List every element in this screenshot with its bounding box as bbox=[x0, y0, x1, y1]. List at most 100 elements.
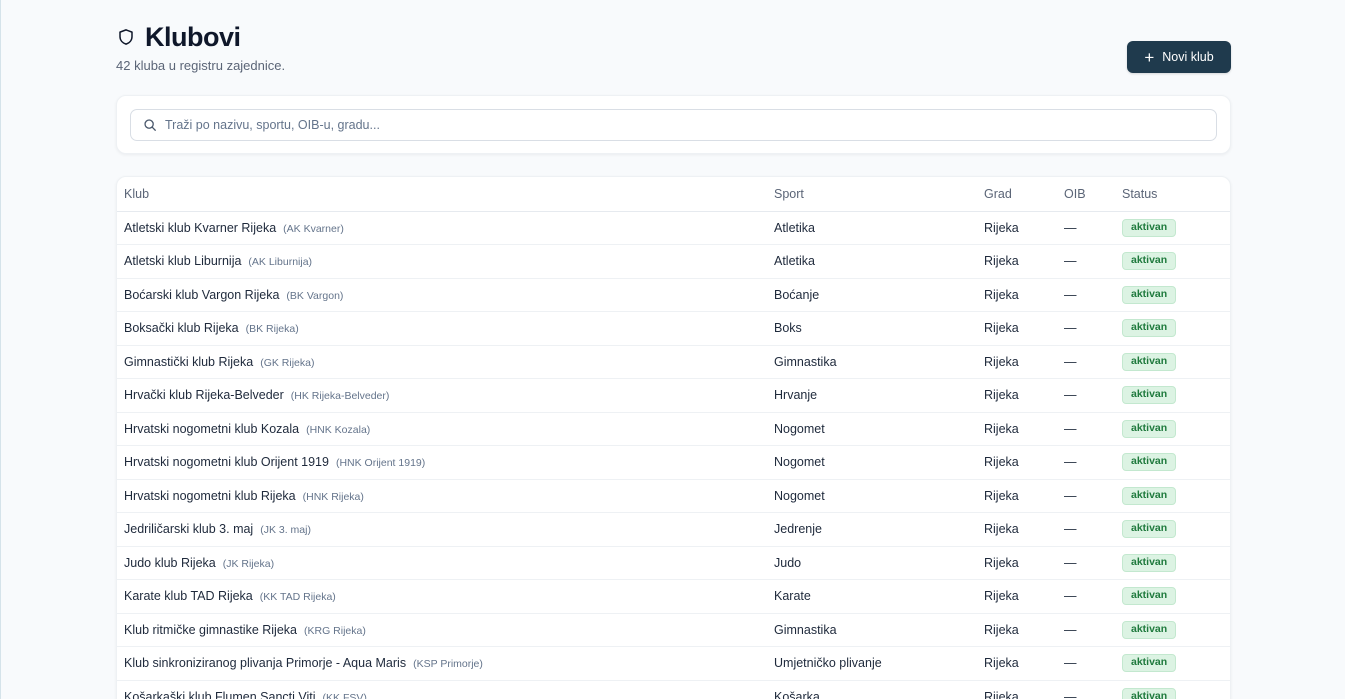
search-card bbox=[116, 95, 1231, 154]
cell-city: Rijeka bbox=[977, 680, 1057, 699]
cell-status: aktivan bbox=[1115, 244, 1230, 279]
club-name[interactable]: Klub ritmičke gimnastike Rijeka bbox=[124, 623, 297, 637]
status-badge: aktivan bbox=[1122, 453, 1177, 472]
cell-sport: Umjetničko plivanje bbox=[767, 646, 977, 681]
club-short-name: (HK Rijeka-Belveder) bbox=[290, 390, 390, 403]
club-name[interactable]: Hrvatski nogometni klub Orijent 1919 bbox=[124, 455, 329, 469]
club-name[interactable]: Judo klub Rijeka bbox=[124, 556, 216, 570]
cell-status: aktivan bbox=[1115, 345, 1230, 379]
club-short-name: (KSP Primorje) bbox=[413, 658, 483, 671]
club-name[interactable]: Atletski klub Kvarner Rijeka bbox=[124, 221, 276, 235]
table-row[interactable]: Judo klub Rijeka (JK Rijeka) Judo Rijeka — ak… bbox=[117, 546, 1230, 580]
cell-city: Rijeka bbox=[977, 412, 1057, 446]
cell-oib: — bbox=[1057, 345, 1115, 379]
table-row[interactable]: Košarkaški klub Flumen Sancti Viti (KK FS… bbox=[117, 680, 1230, 699]
cell-club: Košarkaški klub Flumen Sancti Viti (KK FS… bbox=[117, 680, 767, 699]
table-row[interactable]: Gimnastički klub Rijeka (GK Rijeka) Gimnas… bbox=[117, 345, 1230, 379]
cell-status: aktivan bbox=[1115, 311, 1230, 346]
search-input[interactable] bbox=[165, 118, 1165, 132]
club-short-name: (JK Rijeka) bbox=[222, 557, 275, 570]
cell-oib: — bbox=[1057, 579, 1115, 614]
column-header-city[interactable]: Grad bbox=[977, 177, 1057, 212]
status-badge: aktivan bbox=[1122, 620, 1177, 639]
search-box[interactable] bbox=[130, 109, 1217, 141]
club-short-name: (BK Vargon) bbox=[286, 289, 344, 302]
column-header-oib[interactable]: OIB bbox=[1057, 177, 1115, 212]
club-short-name: (GK Rijeka) bbox=[260, 356, 315, 369]
club-name[interactable]: Klub sinkroniziranog plivanja Primorje -… bbox=[124, 656, 406, 670]
status-badge: aktivan bbox=[1122, 252, 1177, 271]
table-row[interactable]: Boksački klub Rijeka (BK Rijeka) Boks Rijek… bbox=[117, 311, 1230, 346]
cell-club: Boksački klub Rijeka (BK Rijeka) bbox=[117, 311, 767, 346]
cell-oib: — bbox=[1057, 646, 1115, 681]
cell-oib: — bbox=[1057, 680, 1115, 699]
table-row[interactable]: Hrvatski nogometni klub Rijeka (HNK Rijek… bbox=[117, 479, 1230, 513]
club-name[interactable]: Hrvački klub Rijeka-Belveder bbox=[124, 388, 284, 402]
plus-icon: + bbox=[1144, 47, 1155, 67]
cell-status: aktivan bbox=[1115, 613, 1230, 647]
cell-status: aktivan bbox=[1115, 680, 1230, 699]
cell-status: aktivan bbox=[1115, 412, 1230, 446]
club-name[interactable]: Karate klub TAD Rijeka bbox=[124, 589, 253, 603]
cell-club: Klub sinkroniziranog plivanja Primorje -… bbox=[117, 646, 767, 681]
table-row[interactable]: Atletski klub Kvarner Rijeka (AK Kvarner)… bbox=[117, 211, 1230, 245]
table-row[interactable]: Klub ritmičke gimnastike Rijeka (KRG Rije… bbox=[117, 613, 1230, 647]
cell-club: Karate klub TAD Rijeka (KK TAD Rijeka) bbox=[117, 579, 767, 614]
new-club-button[interactable]: + Novi klub bbox=[1127, 41, 1231, 73]
club-name[interactable]: Košarkaški klub Flumen Sancti Viti bbox=[124, 690, 316, 699]
page-header: Klubovi 42 kluba u registru zajednice. +… bbox=[116, 20, 1231, 80]
cell-club: Hrvatski nogometni klub Orijent 1919 (HNK… bbox=[117, 445, 767, 480]
club-name[interactable]: Boksački klub Rijeka bbox=[124, 321, 239, 335]
cell-sport: Boćanje bbox=[767, 278, 977, 312]
table-row[interactable]: Boćarski klub Vargon Rijeka (BK Vargon) Bo… bbox=[117, 278, 1230, 312]
cell-oib: — bbox=[1057, 378, 1115, 413]
club-name[interactable]: Hrvatski nogometni klub Kozala bbox=[124, 422, 299, 436]
club-name[interactable]: Gimnastički klub Rijeka bbox=[124, 355, 253, 369]
table-header-row: Klub Sport Grad OIB Status bbox=[117, 177, 1230, 212]
shield-icon bbox=[117, 26, 137, 48]
cell-city: Rijeka bbox=[977, 345, 1057, 379]
status-badge: aktivan bbox=[1122, 319, 1177, 338]
page-subtitle: 42 kluba u registru zajednice. bbox=[116, 58, 286, 73]
table-row[interactable]: Hrvački klub Rijeka-Belveder (HK Rijeka-B… bbox=[117, 378, 1230, 413]
table-row[interactable]: Hrvatski nogometni klub Orijent 1919 (HNK… bbox=[117, 445, 1230, 480]
column-header-status[interactable]: Status bbox=[1115, 177, 1230, 212]
cell-status: aktivan bbox=[1115, 378, 1230, 413]
page-title: Klubovi bbox=[145, 21, 241, 52]
status-badge: aktivan bbox=[1122, 386, 1177, 405]
cell-sport: Nogomet bbox=[767, 412, 977, 446]
club-name[interactable]: Boćarski klub Vargon Rijeka bbox=[124, 288, 279, 302]
cell-club: Jedriličarski klub 3. maj (JK 3. maj) bbox=[117, 512, 767, 547]
cell-city: Rijeka bbox=[977, 613, 1057, 647]
cell-sport: Nogomet bbox=[767, 479, 977, 513]
status-badge: aktivan bbox=[1122, 352, 1177, 371]
column-header-sport[interactable]: Sport bbox=[767, 177, 977, 212]
cell-club: Judo klub Rijeka (JK Rijeka) bbox=[117, 546, 767, 580]
cell-club: Klub ritmičke gimnastike Rijeka (KRG Rije… bbox=[117, 613, 767, 647]
table-row[interactable]: Klub sinkroniziranog plivanja Primorje -… bbox=[117, 646, 1230, 681]
cell-oib: — bbox=[1057, 546, 1115, 580]
status-badge: aktivan bbox=[1122, 654, 1177, 673]
table-row[interactable]: Atletski klub Liburnija (AK Liburnija) Atl… bbox=[117, 244, 1230, 279]
cell-status: aktivan bbox=[1115, 646, 1230, 681]
club-name[interactable]: Hrvatski nogometni klub Rijeka bbox=[124, 489, 296, 503]
cell-club: Hrvatski nogometni klub Kozala (HNK Kozal… bbox=[117, 412, 767, 446]
club-name[interactable]: Jedriličarski klub 3. maj bbox=[124, 522, 253, 536]
cell-oib: — bbox=[1057, 445, 1115, 480]
cell-city: Rijeka bbox=[977, 311, 1057, 346]
club-short-name: (JK 3. maj) bbox=[260, 524, 311, 537]
cell-sport: Gimnastika bbox=[767, 613, 977, 647]
cell-status: aktivan bbox=[1115, 579, 1230, 614]
cell-oib: — bbox=[1057, 613, 1115, 647]
cell-city: Rijeka bbox=[977, 211, 1057, 245]
cell-status: aktivan bbox=[1115, 479, 1230, 513]
column-header-club[interactable]: Klub bbox=[117, 177, 767, 212]
status-badge: aktivan bbox=[1122, 587, 1177, 606]
table-row[interactable]: Jedriličarski klub 3. maj (JK 3. maj) Jedr… bbox=[117, 512, 1230, 547]
cell-sport: Hrvanje bbox=[767, 378, 977, 413]
cell-sport: Atletika bbox=[767, 244, 977, 279]
table-row[interactable]: Karate klub TAD Rijeka (KK TAD Rijeka) Kar… bbox=[117, 579, 1230, 614]
cell-sport: Nogomet bbox=[767, 445, 977, 480]
club-name[interactable]: Atletski klub Liburnija bbox=[124, 254, 241, 268]
table-row[interactable]: Hrvatski nogometni klub Kozala (HNK Kozal… bbox=[117, 412, 1230, 446]
